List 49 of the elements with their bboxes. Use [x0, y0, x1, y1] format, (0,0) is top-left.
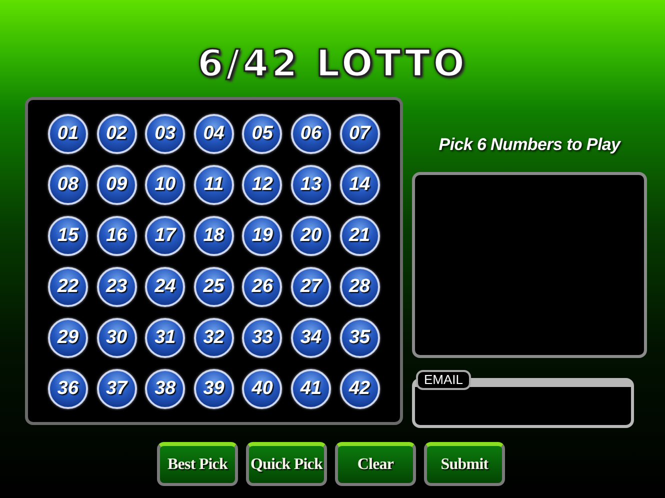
number-ball[interactable]: 23 — [96, 267, 137, 307]
number-ball[interactable]: 12 — [242, 165, 282, 205]
number-ball[interactable]: 27 — [290, 267, 331, 307]
action-button[interactable]: Submit — [424, 442, 505, 486]
number-ball[interactable]: 19 — [242, 216, 282, 256]
number-ball[interactable]: 30 — [96, 318, 137, 358]
number-ball[interactable]: 13 — [290, 165, 331, 205]
number-ball[interactable]: 35 — [340, 318, 380, 358]
number-ball[interactable]: 07 — [340, 114, 380, 154]
number-ball[interactable]: 24 — [145, 267, 186, 307]
number-ball[interactable]: 08 — [48, 165, 88, 205]
number-ball[interactable]: 05 — [242, 114, 282, 154]
number-ball[interactable]: 34 — [290, 318, 331, 358]
number-ball[interactable]: 02 — [96, 114, 137, 154]
number-ball[interactable]: 15 — [48, 216, 88, 256]
number-ball[interactable]: 31 — [145, 318, 186, 358]
number-ball[interactable]: 41 — [290, 369, 331, 409]
number-ball[interactable]: 06 — [290, 114, 331, 154]
number-ball[interactable]: 18 — [194, 216, 234, 256]
action-button[interactable]: Quick Pick — [246, 442, 327, 486]
number-ball[interactable]: 36 — [48, 369, 88, 409]
number-ball[interactable]: 16 — [96, 216, 137, 256]
number-ball[interactable]: 38 — [145, 369, 186, 409]
email-label: EMAIL — [416, 370, 472, 390]
pick-prompt: Pick 6 Numbers to Play — [438, 134, 622, 156]
number-ball[interactable]: 22 — [48, 267, 88, 307]
number-ball[interactable]: 21 — [340, 216, 380, 256]
number-ball[interactable]: 10 — [145, 165, 186, 205]
number-ball[interactable]: 04 — [194, 114, 234, 154]
number-ball[interactable]: 20 — [290, 216, 331, 256]
number-ball[interactable]: 28 — [340, 267, 380, 307]
action-button[interactable]: Best Pick — [157, 442, 238, 486]
number-ball[interactable]: 39 — [194, 369, 234, 409]
number-ball[interactable]: 09 — [96, 165, 137, 205]
number-ball[interactable]: 29 — [48, 318, 88, 358]
game-title: 6/42 LOTTO — [197, 42, 468, 86]
number-ball[interactable]: 17 — [145, 216, 186, 256]
number-ball[interactable]: 03 — [145, 114, 186, 154]
number-ball[interactable]: 37 — [96, 369, 137, 409]
number-ball[interactable]: 40 — [242, 369, 282, 409]
number-ball[interactable]: 01 — [48, 114, 88, 154]
number-ball[interactable]: 32 — [194, 318, 234, 358]
action-button[interactable]: Clear — [335, 442, 416, 486]
number-ball[interactable]: 25 — [194, 267, 234, 307]
number-ball[interactable]: 42 — [340, 369, 380, 409]
number-ball[interactable]: 14 — [340, 165, 380, 205]
number-ball[interactable]: 33 — [242, 318, 282, 358]
number-ball[interactable]: 26 — [242, 267, 282, 307]
number-ball[interactable]: 11 — [194, 165, 234, 205]
